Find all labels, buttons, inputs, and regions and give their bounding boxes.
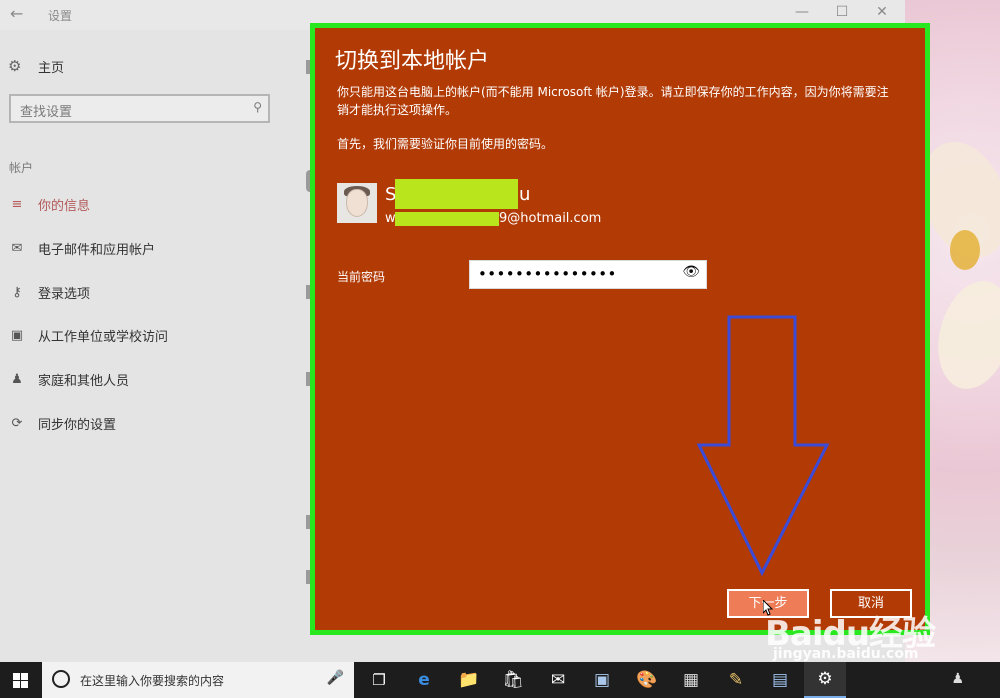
microphone-icon[interactable]: 🎤 (327, 670, 344, 686)
task-view-icon[interactable]: ❐ (358, 662, 400, 698)
people-icon[interactable]: ♟ (951, 671, 964, 687)
reveal-password-icon[interactable]: 👁 (682, 264, 700, 280)
sidebar-item-sign-in-options[interactable]: ⚷ 登录选项 (8, 282, 90, 302)
people-icon: ♟ (11, 371, 23, 387)
baidu-watermark: Baidu经验 jingyan.baidu.com (765, 606, 995, 666)
maximize-icon[interactable]: ☐ (832, 4, 852, 20)
search-placeholder: 查找设置 (20, 105, 73, 120)
sidebar-item-label: 电子邮件和应用帐户 (38, 242, 156, 258)
verify-text: 首先，我们需要验证你目前使用的密码。 (337, 137, 554, 151)
sidebar-item-sync[interactable]: ⟳ 同步你的设置 (8, 413, 116, 433)
sync-icon: ⟳ (11, 415, 23, 431)
section-header: 帐户 (9, 161, 34, 175)
key-icon: ⚷ (12, 284, 22, 300)
mail-icon[interactable]: ✉ (537, 662, 579, 698)
gear-icon: ⚙ (8, 57, 22, 75)
sidebar-item-label: 登录选项 (38, 286, 91, 302)
sidebar-item-label: 同步你的设置 (38, 417, 117, 433)
photos-icon[interactable]: ▣ (581, 662, 623, 698)
network-icon[interactable]: ▤ (759, 662, 801, 698)
sidebar-item-your-info[interactable]: ≡ 你的信息 (8, 194, 90, 214)
windows-logo-icon (13, 673, 28, 688)
account-name-end: u (519, 184, 531, 205)
start-button[interactable] (0, 662, 42, 698)
redaction-mask (395, 212, 499, 226)
cortana-icon (52, 670, 70, 688)
back-arrow-icon[interactable]: ← (10, 4, 23, 23)
dialog-description: 你只能用这台电脑上的帐户(而不能用 Microsoft 帐户)登录。请立即保存你… (337, 85, 889, 117)
account-email-end: 9@hotmail.com (499, 211, 602, 226)
sidebar-item-label: 你的信息 (38, 198, 91, 214)
settings-search-input[interactable]: 查找设置 ⚲ (9, 94, 270, 123)
window-title: 设置 (48, 9, 73, 23)
sidebar-item-email-accounts[interactable]: ✉ 电子邮件和应用帐户 (8, 238, 155, 258)
envelope-icon: ✉ (11, 240, 23, 256)
dialog-title: 切换到本地帐户 (335, 49, 490, 74)
media-icon[interactable]: ▦ (670, 662, 712, 698)
edge-icon[interactable]: e (403, 662, 445, 698)
nav-home[interactable]: ⚙ 主页 (8, 56, 64, 76)
nav-home-label: 主页 (38, 60, 65, 76)
file-explorer-icon[interactable]: 📁 (448, 662, 490, 698)
current-password-input[interactable]: ••••••••••••••• 👁 (469, 260, 707, 289)
person-card-icon: ≡ (11, 196, 23, 212)
art-icon[interactable]: ✎ (715, 662, 757, 698)
taskbar-search-placeholder: 在这里输入你要搜索的内容 (80, 674, 225, 688)
close-icon[interactable]: ✕ (872, 4, 892, 20)
sidebar-item-label: 从工作单位或学校访问 (38, 329, 169, 345)
sidebar-item-label: 家庭和其他人员 (38, 373, 130, 389)
sidebar-item-family[interactable]: ♟ 家庭和其他人员 (8, 369, 129, 389)
sidebar-item-work-school[interactable]: ▣ 从工作单位或学校访问 (8, 325, 168, 345)
settings-icon[interactable]: ⚙ (804, 662, 846, 698)
password-label: 当前密码 (337, 270, 386, 284)
redaction-mask (395, 179, 518, 209)
minimize-icon[interactable]: — (792, 4, 812, 20)
watermark-site: jingyan.baidu.com (773, 646, 919, 662)
down-arrow-annotation (696, 315, 830, 577)
briefcase-icon: ▣ (10, 327, 24, 343)
taskbar-search-box[interactable]: 在这里输入你要搜索的内容 🎤 (42, 662, 354, 698)
avatar (337, 183, 377, 223)
paint-icon[interactable]: 🎨 (626, 662, 668, 698)
search-icon: ⚲ (253, 100, 262, 114)
taskbar: 在这里输入你要搜索的内容 🎤 ❐ e 📁 🛍 ✉ ▣ 🎨 ▦ ✎ ▤ ⚙ ♟ (0, 662, 1000, 698)
switch-local-account-dialog: 切换到本地帐户 你只能用这台电脑上的帐户(而不能用 Microsoft 帐户)登… (310, 23, 930, 635)
password-value: ••••••••••••••• (478, 265, 617, 283)
store-icon[interactable]: 🛍 (492, 662, 534, 698)
